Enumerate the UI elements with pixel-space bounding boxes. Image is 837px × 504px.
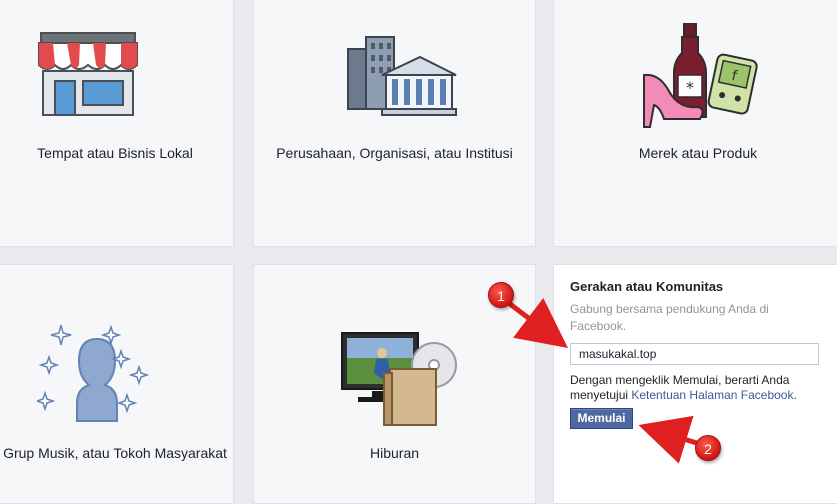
terms-text: Dengan mengeklik Memulai, berarti Anda m… — [570, 373, 815, 403]
category-card-community-expanded: Gerakan atau Komunitas Gabung bersama pe… — [553, 264, 837, 504]
terms-suffix: . — [793, 388, 797, 402]
category-label: Perusahaan, Organisasi, atau Institusi — [276, 145, 513, 161]
expanded-subtitle: Gabung bersama pendukung Anda di Faceboo… — [570, 302, 769, 333]
category-label: Grup Musik, atau Tokoh Masyarakat — [3, 445, 227, 461]
page-name-input[interactable] — [570, 343, 819, 365]
buildings-icon — [347, 36, 457, 116]
person-silhouette-icon — [37, 324, 150, 422]
media-entertainment-icon — [341, 332, 457, 426]
category-card-artist[interactable]: Grup Musik, atau Tokoh Masyarakat — [0, 264, 234, 504]
products-icon: * f — [643, 23, 758, 128]
category-label: Merek atau Produk — [638, 145, 758, 161]
category-card-local-business[interactable]: Tempat atau Bisnis Lokal — [0, 0, 234, 247]
expanded-title: Gerakan atau Komunitas — [570, 279, 724, 294]
start-button[interactable]: Memulai — [570, 408, 633, 429]
annotation-marker-1: 1 — [488, 282, 514, 308]
annotation-marker-2: 2 — [695, 435, 721, 461]
category-card-brand[interactable]: * f Merek atau Produk — [553, 0, 837, 247]
category-label: Hiburan — [369, 445, 420, 461]
terms-link[interactable]: Ketentuan Halaman Facebook — [631, 388, 793, 402]
svg-text:*: * — [686, 78, 694, 97]
storefront-icon — [38, 32, 138, 116]
category-card-company[interactable]: Perusahaan, Organisasi, atau Institusi — [253, 0, 536, 247]
category-label: Tempat atau Bisnis Lokal — [37, 145, 193, 161]
